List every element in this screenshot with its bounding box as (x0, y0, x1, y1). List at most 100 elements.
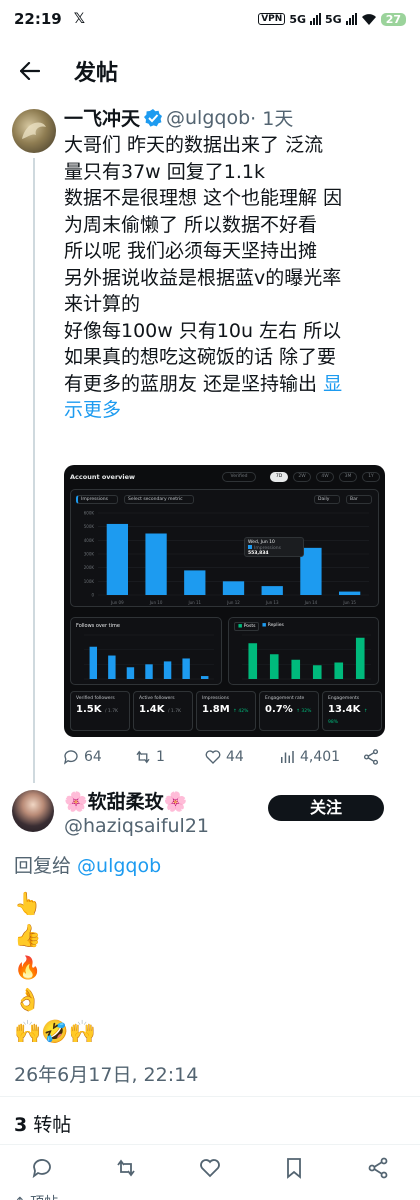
x-tick-label: Jun 11 (187, 600, 201, 605)
reply-body: 👆 👍 🔥 👌 🙌🤣🙌 (14, 889, 96, 1049)
x-tick-label: Jun 12 (226, 600, 240, 605)
posts-bar (334, 662, 344, 679)
followers-title: Follows over time (76, 623, 120, 629)
stat-card: Impressions 1.8M ↑ 42% (196, 691, 256, 731)
chart-tooltip: Wed, Jun 10 Impressions 553,834 (244, 537, 304, 557)
posts-bar (291, 659, 301, 679)
x-tick-label: Jun 13 (265, 600, 279, 605)
posts-chart (242, 634, 371, 680)
stat-value: 1.5K / 1.7K (76, 704, 119, 715)
network-label-1: 5G (289, 12, 306, 26)
stat-sub: ↑ 98% (328, 709, 368, 725)
stat-card: Verified followers 1.5K / 1.7K (70, 691, 130, 731)
posts-bar (269, 654, 279, 679)
impressions-bar (261, 586, 283, 595)
impressions-bar (338, 591, 361, 595)
y-tick-label: 500K (84, 524, 95, 529)
thread-line (33, 158, 35, 783)
posts-bar (312, 665, 322, 679)
emoji-line: 🙌🤣🙌 (14, 1020, 97, 1045)
heart-icon[interactable] (198, 1156, 222, 1180)
share-button[interactable] (362, 748, 380, 766)
followers-bar (108, 655, 116, 679)
stat-card: Active followers 1.4K / 1.7K (133, 691, 193, 731)
tweet-line: 所以呢 我们必须每天坚持出摊 (64, 240, 318, 262)
repost-stat[interactable]: 3 转帖 (14, 1110, 71, 1137)
reply-button[interactable]: 64 (62, 748, 102, 766)
tweet-header: 一飞冲天 @ulgqob · 1天 (64, 104, 293, 131)
range-pill-3M: 3M (339, 472, 357, 482)
tweet-line: 示更多 (64, 397, 414, 424)
stat-label: Engagement rate (265, 696, 305, 701)
followers-bar (201, 676, 209, 679)
emoji-line: 👌 (14, 988, 42, 1013)
share-icon[interactable] (366, 1156, 390, 1180)
tweet-actions: 64 1 44 4,401 (62, 748, 412, 770)
network-label-2: 5G (325, 12, 342, 26)
stat-label: Verified followers (76, 696, 115, 701)
dash-title: Account overview (70, 473, 136, 481)
replies-legend-label: Replies (267, 623, 284, 628)
views-button[interactable]: 4,401 (278, 748, 340, 766)
stat-card: Engagements 13.4K ↑ 98% (322, 691, 382, 731)
like-button[interactable]: 44 (204, 748, 244, 766)
stat-sub: / 1.7K (104, 709, 119, 714)
bookmark-icon[interactable] (282, 1156, 306, 1180)
tweet-line-text: 有更多的蓝朋友 还是坚持输出 (64, 372, 324, 395)
repost-button[interactable]: 1 (134, 748, 165, 766)
x-notification-icon: 𝕏 (73, 11, 86, 27)
y-tick-label: 600K (84, 511, 95, 516)
like-count: 44 (226, 749, 244, 765)
share-icon (363, 749, 379, 765)
stat-label: Engagements (328, 696, 360, 701)
show-more-link-cont[interactable]: 示更多 (64, 399, 121, 421)
top-app-bar: 发帖 (0, 48, 420, 94)
posts-legend-label: Posts (243, 624, 256, 629)
divider (0, 1096, 420, 1097)
repost-count: 1 (156, 749, 165, 765)
emoji-line: 👍 (14, 924, 42, 949)
impressions-chart: 600K 500K 400K 300K 200K 100K 0 Jun 09 Jun 10 Jun… (84, 511, 369, 605)
wifi-icon (361, 13, 376, 25)
repost-stat-label: 转帖 (27, 1114, 72, 1136)
followers-bar (145, 664, 153, 679)
back-arrow-icon (20, 62, 40, 80)
followers-chart (84, 634, 214, 680)
repost-icon[interactable] (114, 1156, 138, 1180)
view-count: 4,401 (300, 749, 341, 765)
back-button[interactable] (0, 48, 60, 94)
impressions-bar (222, 581, 245, 595)
verified-toggle: Verified (222, 472, 256, 482)
followers-bar (89, 646, 97, 679)
author-handle[interactable]: @ulgqob (166, 107, 250, 129)
mention-link[interactable]: @ulgqob (77, 855, 161, 877)
analytics-image[interactable]: Account overview Verified 7D 2W 4W 3M 1Y Imp… (64, 465, 385, 737)
author-avatar[interactable] (12, 109, 56, 153)
verified-badge-icon (143, 108, 163, 128)
x-tick-label: Jun 09 (110, 600, 124, 605)
clock: 22:19 (14, 10, 62, 28)
stat-value: 13.4K ↑ 98% (328, 704, 368, 725)
author-name[interactable]: 一飞冲天 (64, 104, 140, 131)
impressions-bar (106, 523, 129, 595)
metric-select: Impressions (76, 495, 118, 504)
reply-icon (63, 750, 78, 765)
range-pill-1Y: 1Y (362, 472, 380, 482)
reply-author-handle[interactable]: @haziqsaiful21 (64, 815, 209, 837)
post-actions (0, 1156, 420, 1184)
posts-bar (248, 643, 258, 679)
follow-button[interactable]: 关注 (268, 795, 384, 821)
post-timestamp: 26年6月17日, 22:14 (14, 1064, 199, 1086)
stat-value: 0.7% ↑ 32% (265, 704, 312, 715)
reply-icon[interactable] (30, 1156, 54, 1180)
show-more-link[interactable]: 显 (323, 373, 342, 395)
reply-author-avatar[interactable] (12, 790, 54, 832)
stat-card: Engagement rate 0.7% ↑ 32% (259, 691, 319, 731)
replies-legend: ■ Replies (259, 622, 287, 629)
y-tick-label: 400K (84, 538, 95, 543)
impressions-bar (184, 570, 206, 595)
chart-kind-select: Bar (346, 495, 372, 504)
page-title: 发帖 (74, 61, 119, 86)
tweet-line: 好像每100w 只有10u 左右 所以 (64, 319, 342, 342)
reply-author-name[interactable]: 🌸软甜柔玫🌸 (64, 787, 187, 814)
